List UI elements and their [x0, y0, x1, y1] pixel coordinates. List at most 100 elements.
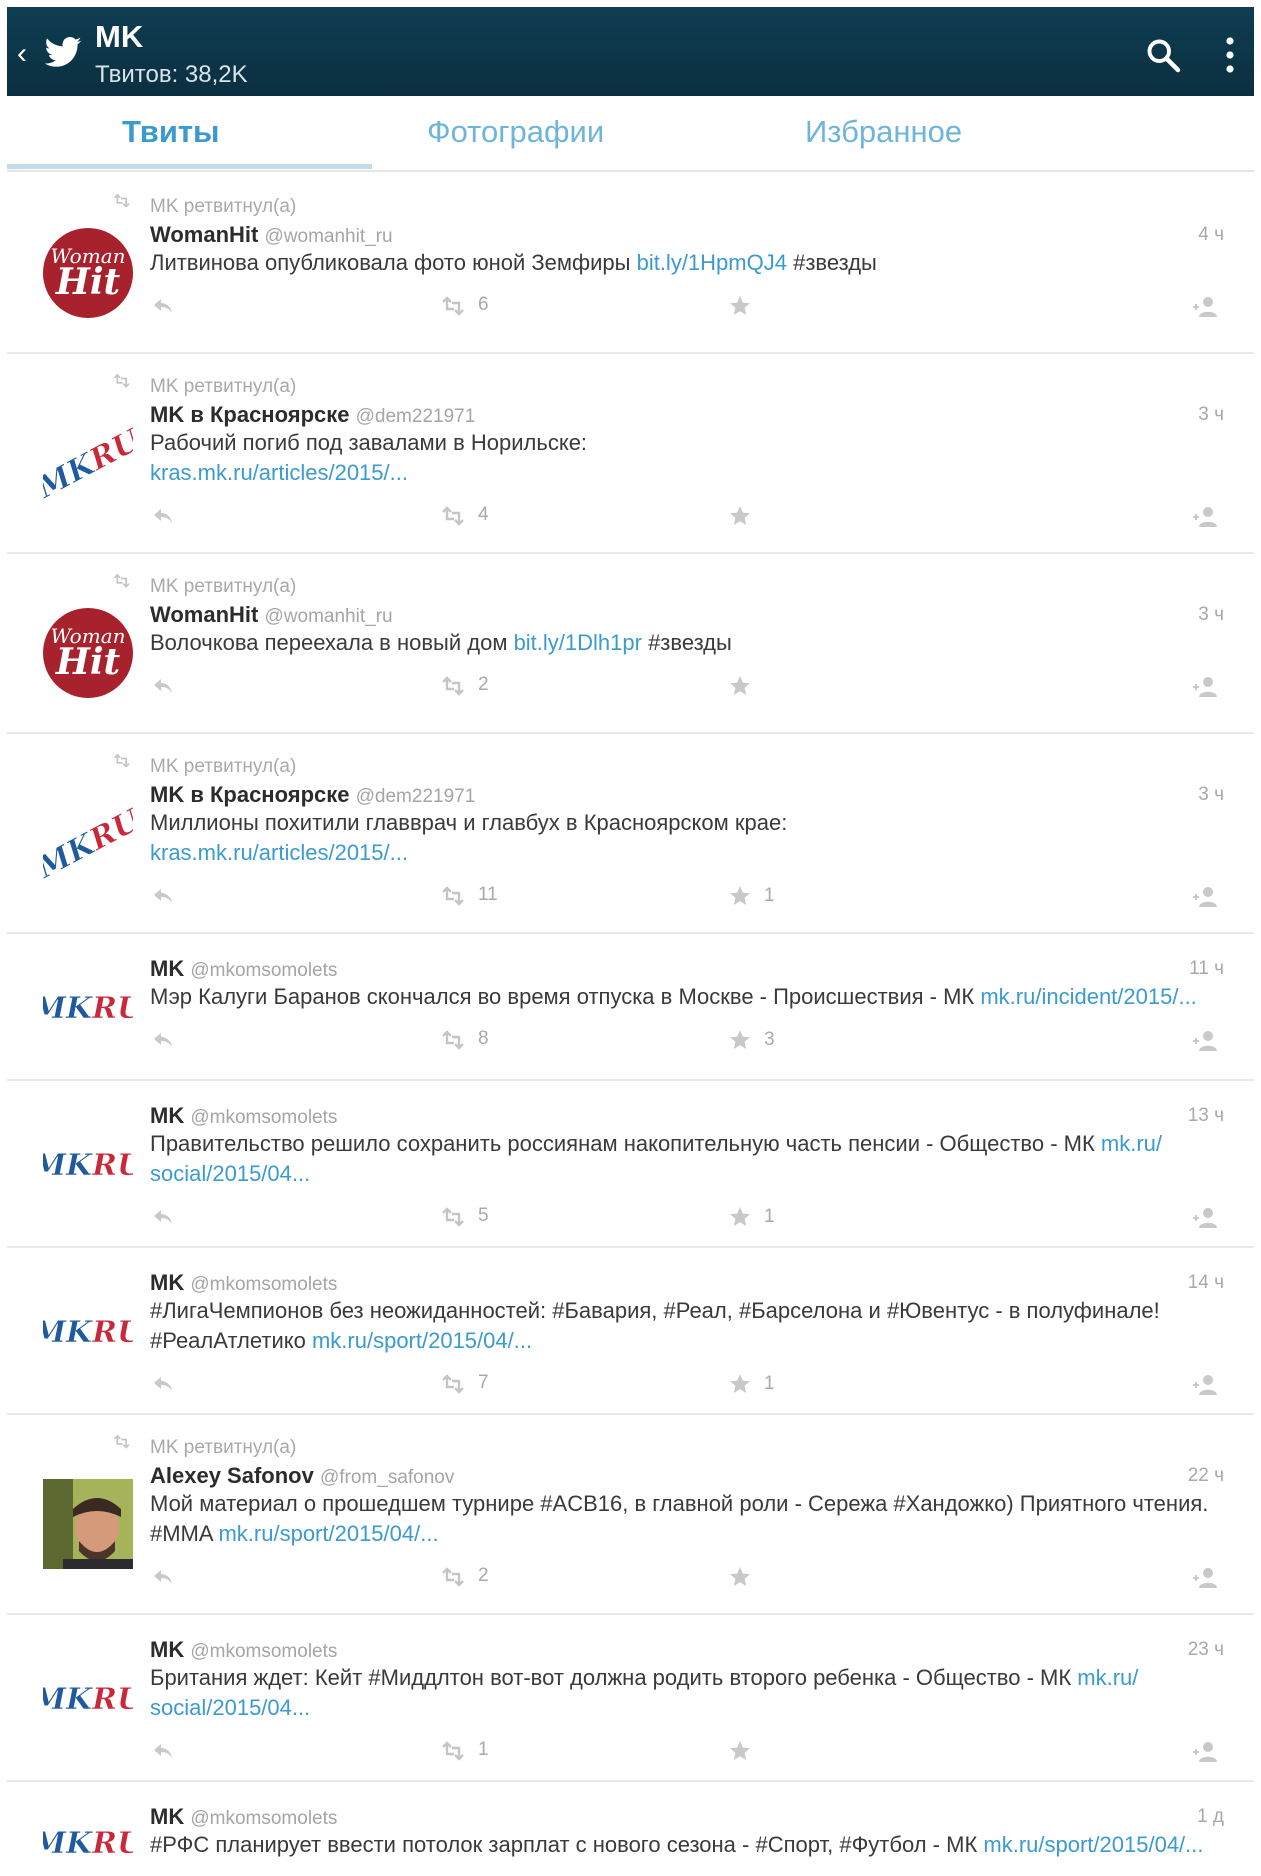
follow-button[interactable]: [1190, 1028, 1220, 1052]
follow-button[interactable]: [1190, 504, 1220, 528]
avatar[interactable]: MKRU: [43, 962, 133, 1052]
tweet-row[interactable]: MK ретвитнул(а) Woman Hit WomanHit @womanhi…: [7, 554, 1254, 734]
tweet-link[interactable]: social/2015/04...: [150, 1161, 310, 1186]
tweet-row[interactable]: MK ретвитнул(а) Alexey Safonov @from_safo…: [7, 1415, 1254, 1615]
favorite-button[interactable]: [728, 1739, 764, 1763]
tweet-row[interactable]: MK ретвитнул(а) Woman Hit WomanHit @womanhi…: [7, 174, 1254, 354]
tweet-row[interactable]: MKRU MK @mkomsomolets 1 д #РФС планирует вв…: [7, 1782, 1254, 1876]
retweet-button[interactable]: 7: [438, 1372, 489, 1394]
author-handle[interactable]: @mkomsomolets: [190, 1274, 337, 1295]
avatar[interactable]: MKRU: [43, 1119, 133, 1209]
favorite-button[interactable]: 1: [728, 1205, 775, 1229]
author-handle[interactable]: @womanhit_ru: [265, 226, 393, 247]
tweet-row[interactable]: MK ретвитнул(а) MKRU MK в Красноярске @dem…: [7, 354, 1254, 554]
favorite-button[interactable]: [728, 294, 764, 318]
author-handle[interactable]: @dem221971: [356, 786, 476, 807]
follow-button[interactable]: [1190, 1739, 1220, 1763]
author-handle[interactable]: @mkomsomolets: [190, 1107, 337, 1128]
tab-favorites[interactable]: Избранное: [805, 114, 962, 150]
retweet-button[interactable]: 2: [438, 674, 489, 696]
author-name[interactable]: WomanHit: [150, 222, 258, 247]
avatar[interactable]: MKRU: [43, 1286, 133, 1376]
author-handle[interactable]: @mkomsomolets: [190, 1641, 337, 1662]
favorite-button[interactable]: 1: [728, 1372, 775, 1396]
author-name[interactable]: MK в Красноярске: [150, 402, 350, 427]
tweet-row[interactable]: MKRU MK @mkomsomolets 14 ч #ЛигаЧемпионов б…: [7, 1248, 1254, 1415]
avatar[interactable]: MKRU: [43, 798, 133, 888]
tab-photos[interactable]: Фотографии: [427, 114, 604, 150]
reply-button[interactable]: [150, 504, 176, 526]
retweet-button[interactable]: 1: [438, 1739, 489, 1761]
search-icon[interactable]: [1145, 37, 1181, 73]
avatar[interactable]: MKRU: [43, 418, 133, 508]
retweet-button[interactable]: 5: [438, 1205, 489, 1227]
tweet-row[interactable]: MKRU MK @mkomsomolets 13 ч Правительство ре…: [7, 1081, 1254, 1248]
avatar[interactable]: [43, 1479, 133, 1569]
author-name[interactable]: Alexey Safonov: [150, 1463, 314, 1488]
retweet-icon: [442, 1567, 464, 1587]
reply-button[interactable]: [150, 674, 176, 696]
tweet-link[interactable]: kras.mk.ru/articles/2015/...: [150, 460, 408, 485]
overflow-menu-icon[interactable]: [1225, 35, 1235, 75]
tweet-link[interactable]: mk.ru/: [1101, 1131, 1162, 1156]
twitter-bird-icon[interactable]: [41, 33, 85, 73]
follow-button[interactable]: [1190, 884, 1220, 908]
avatar[interactable]: MKRU: [43, 1797, 133, 1876]
author-name[interactable]: MK: [150, 956, 184, 981]
tweet-row[interactable]: MKRU MK @mkomsomolets 11 ч Мэр Калуги Баран…: [7, 934, 1254, 1081]
follow-button[interactable]: [1190, 294, 1220, 318]
reply-button[interactable]: [150, 294, 176, 316]
author-name[interactable]: MK: [150, 1804, 184, 1829]
back-icon[interactable]: ‹: [17, 39, 27, 69]
favorite-button[interactable]: 3: [728, 1028, 775, 1052]
author-name[interactable]: MK: [150, 1103, 184, 1128]
author-name[interactable]: MK: [150, 1637, 184, 1662]
author-name[interactable]: MK в Красноярске: [150, 782, 350, 807]
follow-button[interactable]: [1190, 674, 1220, 698]
retweet-button[interactable]: 8: [438, 1028, 489, 1050]
tweet-link[interactable]: mk.ru/incident/2015/...: [980, 984, 1196, 1009]
reply-button[interactable]: [150, 1739, 176, 1761]
retweet-button[interactable]: 6: [438, 294, 489, 316]
tweet-row[interactable]: MK ретвитнул(а) MKRU MK в Красноярске @dem…: [7, 734, 1254, 934]
tweet-link[interactable]: mk.ru/: [1077, 1665, 1138, 1690]
reply-button[interactable]: [150, 1565, 176, 1587]
author-handle[interactable]: @mkomsomolets: [190, 960, 337, 981]
favorite-button[interactable]: [728, 674, 764, 698]
tweet-link[interactable]: bit.ly/1HpmQJ4: [637, 250, 787, 275]
author-name[interactable]: MK: [150, 1270, 184, 1295]
avatar[interactable]: Woman Hit: [43, 228, 133, 318]
retweet-count: 11: [478, 884, 498, 905]
reply-button[interactable]: [150, 1372, 176, 1394]
author-handle[interactable]: @mkomsomolets: [190, 1808, 337, 1829]
follow-button[interactable]: [1190, 1205, 1220, 1229]
tweet-link[interactable]: mk.ru/sport/2015/04/...: [312, 1328, 532, 1353]
tweet-link[interactable]: kras.mk.ru/articles/2015/...: [150, 840, 408, 865]
follow-button[interactable]: [1190, 1565, 1220, 1589]
tab-tweets[interactable]: Твиты: [122, 114, 220, 150]
avatar[interactable]: MKRU: [43, 1653, 133, 1743]
author-name[interactable]: WomanHit: [150, 602, 258, 627]
reply-button[interactable]: [150, 1028, 176, 1050]
retweet-button[interactable]: 2: [438, 1565, 489, 1587]
avatar[interactable]: Woman Hit: [43, 608, 133, 698]
reply-button[interactable]: [150, 884, 176, 906]
favorite-button[interactable]: [728, 1565, 764, 1589]
tweet-link[interactable]: mk.ru/sport/2015/04/...: [983, 1832, 1203, 1857]
tweet-row[interactable]: MKRU MK @mkomsomolets 23 ч Британия ждет: К…: [7, 1615, 1254, 1782]
retweet-button[interactable]: 11: [438, 884, 498, 906]
favorite-button[interactable]: 1: [728, 884, 775, 908]
author-handle[interactable]: @from_safonov: [320, 1467, 454, 1488]
favorite-button[interactable]: [728, 504, 764, 528]
reply-button[interactable]: [150, 1205, 176, 1227]
retweet-button[interactable]: 4: [438, 504, 489, 526]
follow-button[interactable]: [1190, 1372, 1220, 1396]
svg-text:MKRU: MKRU: [43, 1826, 133, 1861]
tweet-time: 22 ч: [1187, 1465, 1224, 1486]
tweet-link[interactable]: mk.ru/sport/2015/04/...: [218, 1521, 438, 1546]
author-handle[interactable]: @dem221971: [356, 406, 476, 427]
tweet-link[interactable]: bit.ly/1Dlh1pr: [514, 630, 642, 655]
tweet-timeline[interactable]: MK ретвитнул(а) Woman Hit WomanHit @womanhi…: [7, 174, 1254, 1876]
author-handle[interactable]: @womanhit_ru: [265, 606, 393, 627]
tweet-link[interactable]: social/2015/04...: [150, 1695, 310, 1720]
